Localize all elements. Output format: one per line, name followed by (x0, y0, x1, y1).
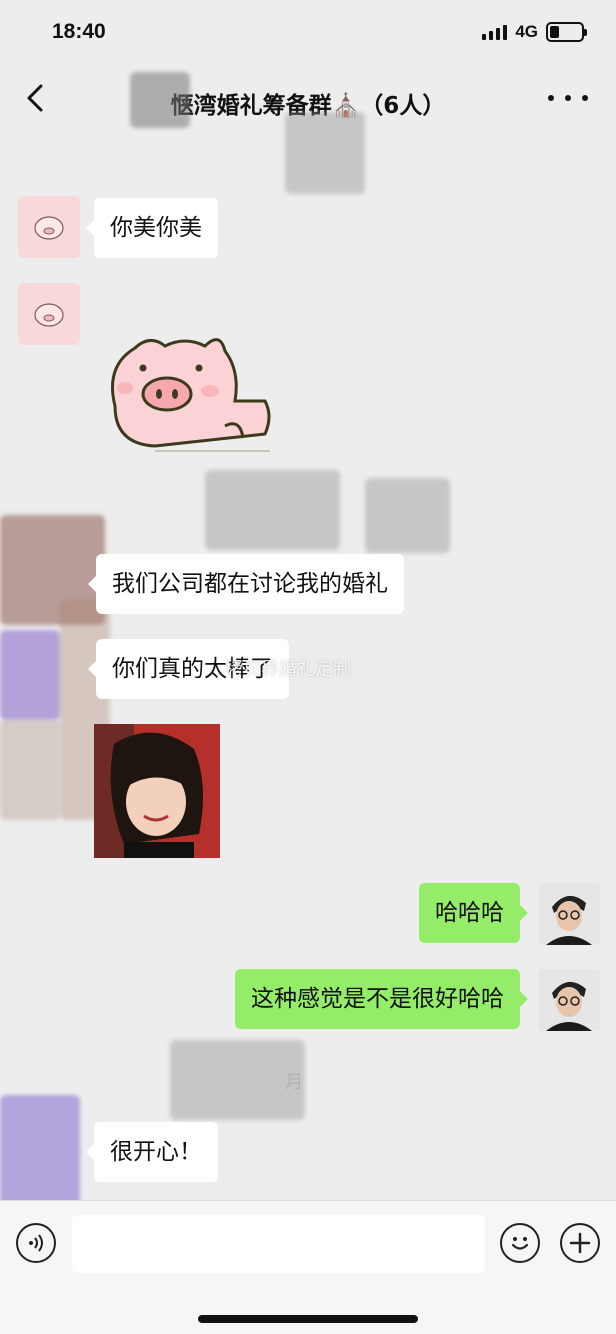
message-bubble[interactable]: 很开心！ (86, 1122, 218, 1182)
message-text: 这种感觉是不是很好哈哈 (251, 986, 504, 1012)
plus-button[interactable] (560, 1223, 600, 1263)
user-avatar-icon (538, 969, 600, 1031)
battery-icon (546, 22, 587, 42)
home-indicator (198, 1315, 418, 1323)
message-bubble-self[interactable]: 哈哈哈 (419, 883, 528, 943)
redaction-smudge (130, 72, 190, 128)
pig-avatar-icon (34, 216, 64, 240)
signal-icon (482, 24, 508, 40)
emoji-button[interactable] (500, 1223, 540, 1263)
redaction-avatar-smudge (0, 630, 60, 720)
message-bubble[interactable]: 我们公司都在讨论我的婚礼 (88, 554, 404, 614)
voice-icon (29, 1234, 43, 1252)
girl-photo-image (94, 724, 220, 858)
more-button[interactable] (548, 88, 588, 108)
input-bar (0, 1200, 616, 1334)
avatar[interactable] (18, 196, 80, 258)
plus-icon (569, 1232, 591, 1254)
avatar[interactable] (18, 283, 80, 345)
redaction-smudge (205, 470, 340, 550)
pig-sticker[interactable] (95, 326, 275, 456)
message-bubble-self[interactable]: 这种感觉是不是很好哈哈 (235, 969, 528, 1029)
emoji-icon (511, 1237, 529, 1250)
status-time: 18:40 (52, 20, 106, 43)
battery-level (550, 26, 559, 38)
voice-button[interactable] (16, 1223, 56, 1263)
message-input[interactable] (72, 1215, 485, 1273)
more-dots-icon (548, 95, 554, 101)
message-bubble[interactable]: 你美你美 (86, 198, 218, 258)
self-avatar[interactable] (538, 883, 600, 945)
redaction-smudge (365, 478, 450, 553)
faint-timestamp: 月 (285, 1072, 303, 1093)
message-text: 我们公司都在讨论我的婚礼 (112, 571, 388, 597)
network-type: 4G (515, 22, 538, 41)
message-text: 很开心！ (110, 1139, 202, 1165)
message-text: 你美你美 (110, 215, 202, 241)
status-indicators: 4G (482, 22, 587, 42)
status-bar: 18:40 4G (0, 0, 616, 64)
watermark: 拷贝界婚礼定制 (225, 659, 351, 680)
user-avatar-icon (538, 883, 600, 945)
message-text: 哈哈哈 (435, 900, 504, 926)
pig-avatar-icon (34, 303, 64, 327)
self-avatar[interactable] (538, 969, 600, 1031)
pig-sticker-icon (111, 338, 271, 452)
image-message[interactable] (94, 724, 220, 858)
redaction-avatar-smudge (0, 1095, 80, 1205)
redaction-avatar-smudge (0, 720, 60, 820)
redaction-smudge (285, 112, 365, 194)
